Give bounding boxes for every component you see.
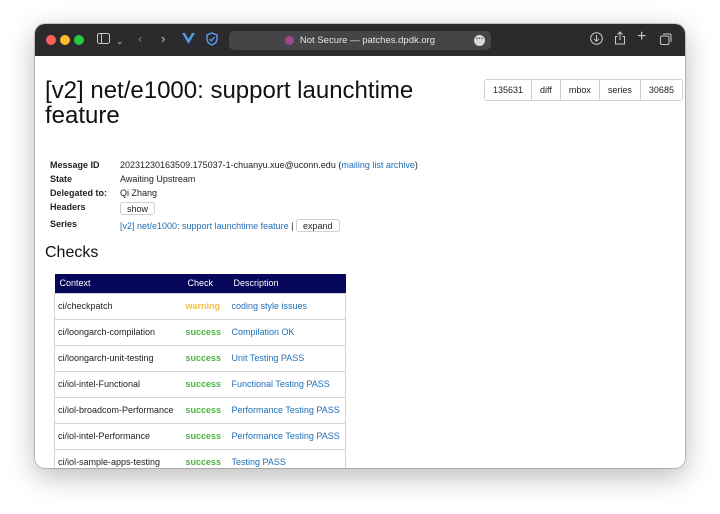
- headers-label: Headers: [50, 202, 86, 212]
- series-button[interactable]: series: [599, 80, 641, 100]
- minimize-window-button[interactable]: [60, 35, 70, 45]
- checks-table: Context Check Description ci/checkpatch w…: [54, 274, 346, 468]
- delegated-label: Delegated to:: [50, 188, 108, 198]
- check-description: Compilation OK: [228, 318, 346, 346]
- show-headers-button[interactable]: show: [120, 202, 156, 215]
- check-description: Unit Testing PASS: [228, 344, 346, 372]
- check-status: warning: [182, 292, 229, 320]
- table-row: ci/iol-intel-Functional success Functional…: [54, 370, 346, 398]
- download-icon[interactable]: [590, 32, 603, 45]
- check-status: success: [182, 370, 229, 398]
- checks-heading: Checks: [45, 244, 99, 261]
- close-window-button[interactable]: [46, 35, 56, 45]
- check-context: ci/iol-intel-Functional: [54, 370, 183, 398]
- state-label: State: [50, 174, 73, 184]
- forward-arrow-icon[interactable]: ›: [161, 32, 165, 46]
- more-options-icon[interactable]: ···: [474, 35, 485, 46]
- address-text: Not Secure — patches.dpdk.org: [299, 35, 436, 46]
- context-column-header: Context: [54, 274, 183, 293]
- check-description-link[interactable]: Performance Testing PASS: [232, 405, 340, 415]
- table-row: ci/checkpatch warning coding style issues: [54, 292, 346, 320]
- check-context: ci/iol-sample-apps-testing: [54, 448, 183, 468]
- checks-table-body: ci/checkpatch warning coding style issues c…: [54, 292, 346, 468]
- patch-button-bar: 135631 diff mbox series 30685: [484, 79, 683, 101]
- check-description-link[interactable]: Functional Testing PASS: [232, 379, 330, 389]
- diff-button[interactable]: diff: [532, 80, 561, 100]
- check-description: Functional Testing PASS: [228, 370, 346, 398]
- back-arrow-icon[interactable]: ‹: [138, 32, 142, 46]
- check-description-link[interactable]: Performance Testing PASS: [232, 431, 340, 441]
- message-id-label: Message ID: [50, 160, 100, 170]
- check-description-link[interactable]: Testing PASS: [232, 457, 286, 467]
- table-row: ci/iol-broadcom-Performance success Perfor…: [54, 396, 346, 424]
- sidebar-icon[interactable]: [97, 33, 110, 44]
- check-description: Testing PASS: [228, 448, 346, 468]
- chevron-down-icon[interactable]: ⌄: [116, 34, 124, 48]
- browser-window: ⌄ ‹ › Not Secure — patches.dpdk.org ··· …: [35, 24, 685, 468]
- check-description: Performance Testing PASS: [228, 422, 346, 450]
- zoom-window-button[interactable]: [74, 35, 84, 45]
- table-row: ci/iol-sample-apps-testing success Testing…: [54, 448, 346, 468]
- message-id-value: 20231230163509.175037-1-chuanyu.xue@ucon…: [120, 160, 418, 170]
- description-column-header: Description: [228, 274, 346, 293]
- check-status: success: [182, 448, 229, 468]
- browser-toolbar: ⌄ ‹ › Not Secure — patches.dpdk.org ··· …: [35, 24, 685, 56]
- expand-series-button[interactable]: expand: [295, 219, 340, 232]
- check-status: success: [182, 396, 229, 424]
- state-value: Awaiting Upstream: [120, 174, 196, 184]
- message-id-text: 20231230163509.175037-1-chuanyu.xue@ucon…: [120, 160, 336, 170]
- page-title: [v2] net/e1000: support launchtime featu…: [45, 77, 414, 129]
- check-context: ci/checkpatch: [54, 292, 183, 320]
- tab-overview-icon[interactable]: [660, 33, 672, 45]
- new-tab-icon[interactable]: +: [637, 29, 646, 45]
- shield-icon[interactable]: [206, 32, 218, 46]
- table-row: ci/loongarch-compilation success Compilati…: [54, 318, 346, 346]
- check-status: success: [182, 344, 229, 372]
- check-description: coding style issues: [228, 292, 346, 320]
- check-description: Performance Testing PASS: [228, 396, 346, 424]
- check-context: ci/loongarch-unit-testing: [54, 344, 183, 372]
- check-context: ci/iol-broadcom-Performance: [54, 396, 183, 424]
- check-column-header: Check: [182, 274, 229, 293]
- page-content: [v2] net/e1000: support launchtime featu…: [35, 56, 685, 468]
- series-id-button[interactable]: 30685: [640, 80, 682, 100]
- check-context: ci/loongarch-compilation: [54, 318, 183, 346]
- share-icon[interactable]: [614, 31, 626, 45]
- table-row: ci/iol-intel-Performance success Performan…: [54, 422, 346, 450]
- delegated-value: Qi Zhang: [120, 188, 158, 198]
- series-label: Series: [50, 219, 78, 229]
- vue-extension-icon[interactable]: [182, 33, 195, 45]
- checks-table-header: Context Check Description: [54, 274, 346, 293]
- mailing-list-archive-link[interactable]: mailing list archive: [341, 160, 415, 170]
- check-status: success: [182, 422, 229, 450]
- patch-id-button[interactable]: 135631: [485, 80, 533, 100]
- address-bar[interactable]: Not Secure — patches.dpdk.org ···: [229, 31, 491, 50]
- check-description-link[interactable]: coding style issues: [232, 301, 308, 311]
- mbox-button[interactable]: mbox: [560, 80, 600, 100]
- check-description-link[interactable]: Unit Testing PASS: [232, 353, 305, 363]
- series-separator: |: [291, 221, 294, 231]
- series-link[interactable]: [v2] net/e1000: support launchtime featu…: [120, 221, 289, 231]
- check-description-link[interactable]: Compilation OK: [232, 327, 295, 337]
- table-row: ci/loongarch-unit-testing success Unit Tes…: [54, 344, 346, 372]
- check-context: ci/iol-intel-Performance: [54, 422, 183, 450]
- not-secure-icon: [284, 36, 294, 45]
- check-status: success: [182, 318, 229, 346]
